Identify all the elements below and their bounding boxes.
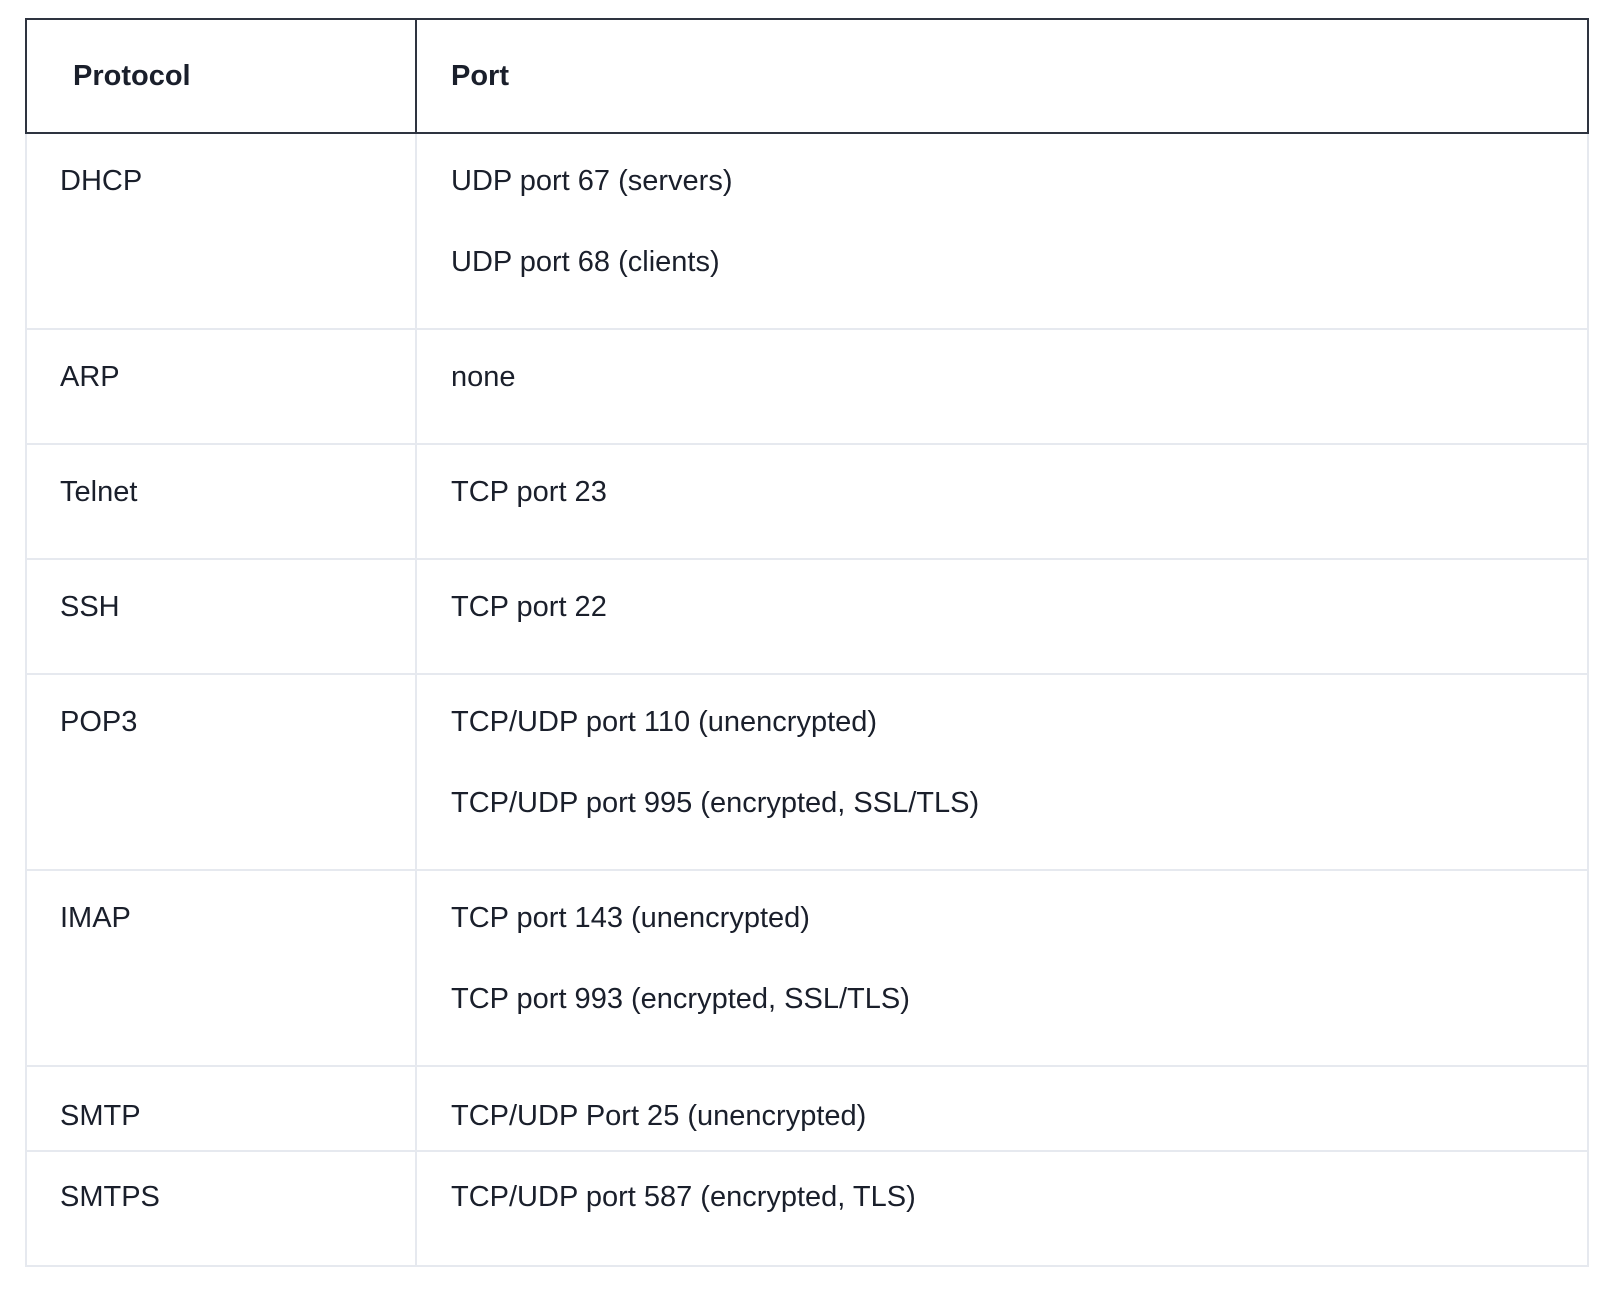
port-cell: TCP port 143 (unencrypted) TCP port 993 … — [415, 869, 1589, 1067]
table-body: DHCP UDP port 67 (servers) UDP port 68 (… — [25, 132, 1589, 1267]
table-row: DHCP UDP port 67 (servers) UDP port 68 (… — [25, 132, 1589, 330]
protocol-name: SMTP — [60, 1100, 141, 1132]
table-row: POP3 TCP/UDP port 110 (unencrypted) TCP/… — [25, 673, 1589, 871]
protocol-cell: DHCP — [25, 132, 417, 330]
port-line: TCP/UDP Port 25 (unencrypted) — [451, 1100, 867, 1132]
protocol-name: DHCP — [60, 165, 143, 197]
port-cell: TCP/UDP port 587 (encrypted, TLS) — [415, 1150, 1589, 1267]
header-port: Port — [415, 18, 1589, 134]
port-cell: TCP port 23 — [415, 443, 1589, 560]
port-cell: UDP port 67 (servers) UDP port 68 (clien… — [415, 132, 1589, 330]
table-row: ARP none — [25, 328, 1589, 445]
port-line: none — [451, 361, 516, 393]
protocol-cell: POP3 — [25, 673, 417, 871]
port-line: TCP/UDP port 995 (encrypted, SSL/TLS) — [451, 787, 980, 819]
header-protocol: Protocol — [25, 18, 417, 134]
protocol-cell: SSH — [25, 558, 417, 675]
port-line: UDP port 67 (servers) — [451, 165, 733, 197]
protocol-port-table-container: Protocol Port DHCP UDP port 67 (servers)… — [25, 18, 1589, 1267]
protocol-name: SMTPS — [60, 1181, 160, 1213]
table-row: SSH TCP port 22 — [25, 558, 1589, 675]
port-line: UDP port 68 (clients) — [451, 246, 720, 278]
table-row: Telnet TCP port 23 — [25, 443, 1589, 560]
port-line: TCP port 22 — [451, 591, 607, 623]
table-row: SMTP TCP/UDP Port 25 (unencrypted) — [25, 1065, 1589, 1152]
port-cell: none — [415, 328, 1589, 445]
protocol-name: IMAP — [60, 902, 131, 934]
table-row: IMAP TCP port 143 (unencrypted) TCP port… — [25, 869, 1589, 1067]
protocol-name: SSH — [60, 591, 120, 623]
protocol-cell: SMTPS — [25, 1150, 417, 1267]
protocol-name: POP3 — [60, 706, 138, 738]
port-line: TCP port 993 (encrypted, SSL/TLS) — [451, 983, 910, 1015]
table-header: Protocol Port — [25, 18, 1589, 134]
protocol-cell: ARP — [25, 328, 417, 445]
protocol-cell: IMAP — [25, 869, 417, 1067]
protocol-name: ARP — [60, 361, 120, 393]
port-line: TCP port 143 (unencrypted) — [451, 902, 810, 934]
port-line: TCP port 23 — [451, 476, 607, 508]
port-cell: TCP port 22 — [415, 558, 1589, 675]
protocol-cell: Telnet — [25, 443, 417, 560]
table-row: SMTPS TCP/UDP port 587 (encrypted, TLS) — [25, 1150, 1589, 1267]
protocol-port-table: Protocol Port DHCP UDP port 67 (servers)… — [25, 18, 1589, 1267]
protocol-cell: SMTP — [25, 1065, 417, 1152]
header-row: Protocol Port — [25, 18, 1589, 134]
port-cell: TCP/UDP Port 25 (unencrypted) — [415, 1065, 1589, 1152]
port-line: TCP/UDP port 587 (encrypted, TLS) — [451, 1181, 916, 1213]
port-line: TCP/UDP port 110 (unencrypted) — [451, 706, 878, 738]
protocol-name: Telnet — [60, 476, 138, 508]
port-cell: TCP/UDP port 110 (unencrypted) TCP/UDP p… — [415, 673, 1589, 871]
